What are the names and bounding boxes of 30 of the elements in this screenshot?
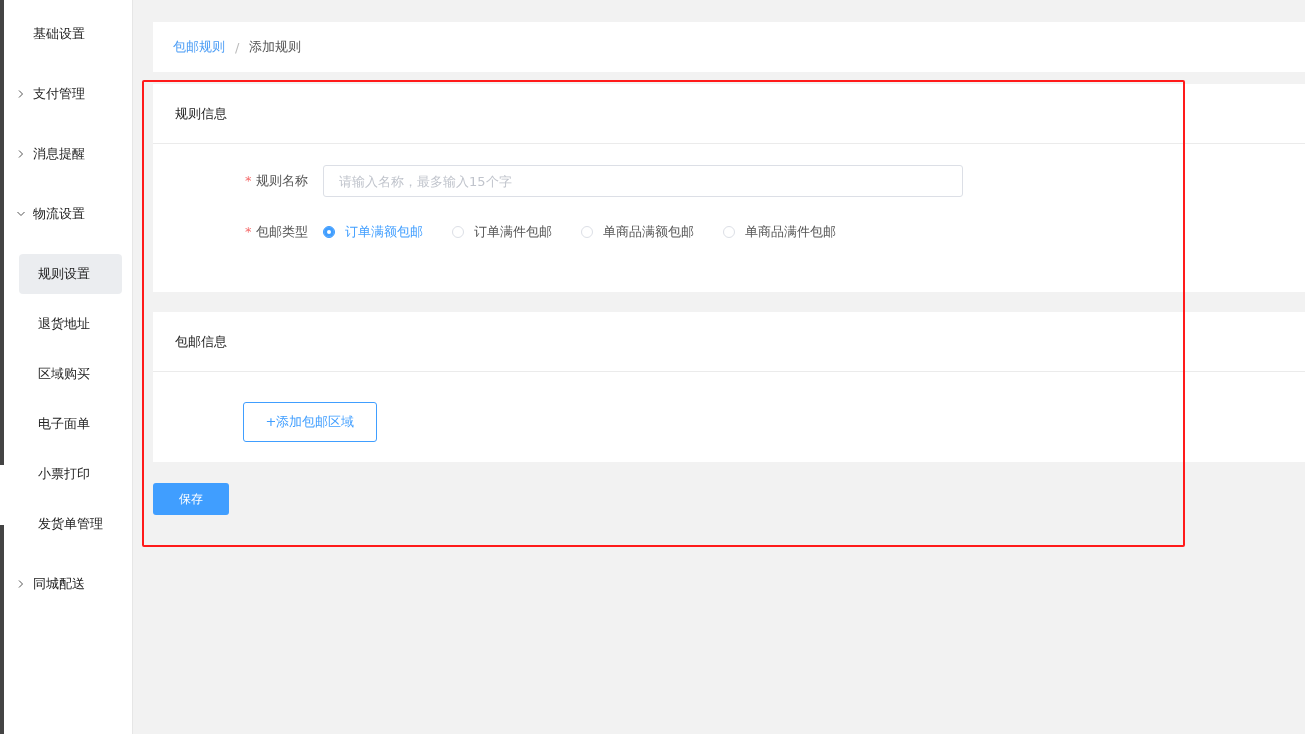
section-title: 包邮信息 — [175, 332, 227, 351]
sidebar-item[interactable]: 支付管理 — [4, 64, 132, 124]
sidebar-subitem[interactable]: 电子面单 — [19, 404, 122, 444]
breadcrumb-separator: / — [235, 39, 240, 55]
radio-option[interactable]: 单商品满额包邮 — [581, 223, 694, 241]
sidebar-item[interactable]: 消息提醒 — [4, 124, 132, 184]
sidebar-item-label: 消息提醒 — [33, 145, 85, 163]
chevron-icon — [17, 150, 25, 158]
sidebar-item-label: 基础设置 — [33, 25, 85, 43]
field-label: * 规则名称 — [245, 172, 309, 190]
sidebar-item-label: 同城配送 — [33, 575, 85, 593]
radio-option[interactable]: 订单满件包邮 — [452, 223, 552, 241]
rule-name-input[interactable]: 请输入名称，最多输入15个字 — [323, 165, 963, 197]
sidebar-item-label: 物流设置 — [33, 205, 85, 223]
sidebar-item[interactable]: 基础设置 — [4, 4, 132, 64]
sidebar-subitem[interactable]: 退货地址 — [19, 304, 122, 344]
radio-option[interactable]: 单商品满件包邮 — [723, 223, 836, 241]
sidebar-subitem[interactable]: 规则设置 — [19, 254, 122, 294]
sidebar-subitem[interactable]: 区域购买 — [19, 354, 122, 394]
breadcrumb-current: 添加规则 — [249, 38, 302, 56]
section-title: 规则信息 — [175, 104, 227, 123]
sidebar-item[interactable]: 物流设置 — [4, 184, 132, 244]
chevron-icon — [17, 580, 25, 588]
chevron-icon — [17, 210, 25, 218]
field-label: * 包邮类型 — [245, 223, 309, 241]
chevron-icon — [17, 90, 25, 98]
sidebar-item-label: 支付管理 — [33, 85, 85, 103]
sidebar-item[interactable]: 同城配送 — [4, 554, 132, 614]
sidebar-subitem[interactable]: 小票打印 — [19, 454, 122, 494]
sidebar-subitem[interactable]: 发货单管理 — [19, 504, 122, 544]
